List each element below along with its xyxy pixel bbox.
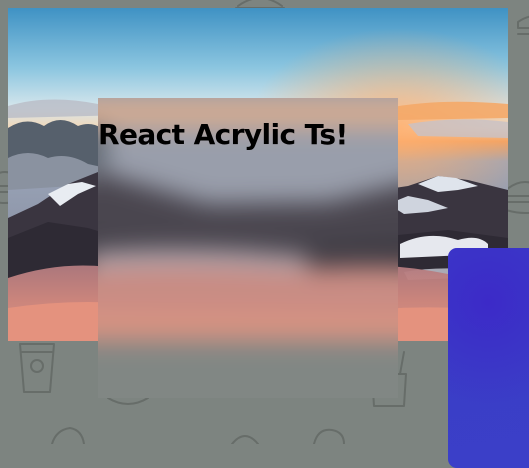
blue-card — [448, 248, 529, 468]
dessert-icon — [313, 428, 345, 444]
burger-icon — [235, 0, 285, 9]
blue-card-glow — [448, 248, 529, 468]
taco-icon — [231, 435, 259, 444]
burger-icon — [517, 15, 529, 35]
burger-icon — [505, 181, 529, 214]
page-title: React Acrylic Ts! — [98, 118, 348, 151]
acrylic-panel: React Acrylic Ts! — [98, 98, 398, 398]
cup-icon — [19, 343, 55, 393]
pizza-slice-icon — [51, 427, 85, 444]
